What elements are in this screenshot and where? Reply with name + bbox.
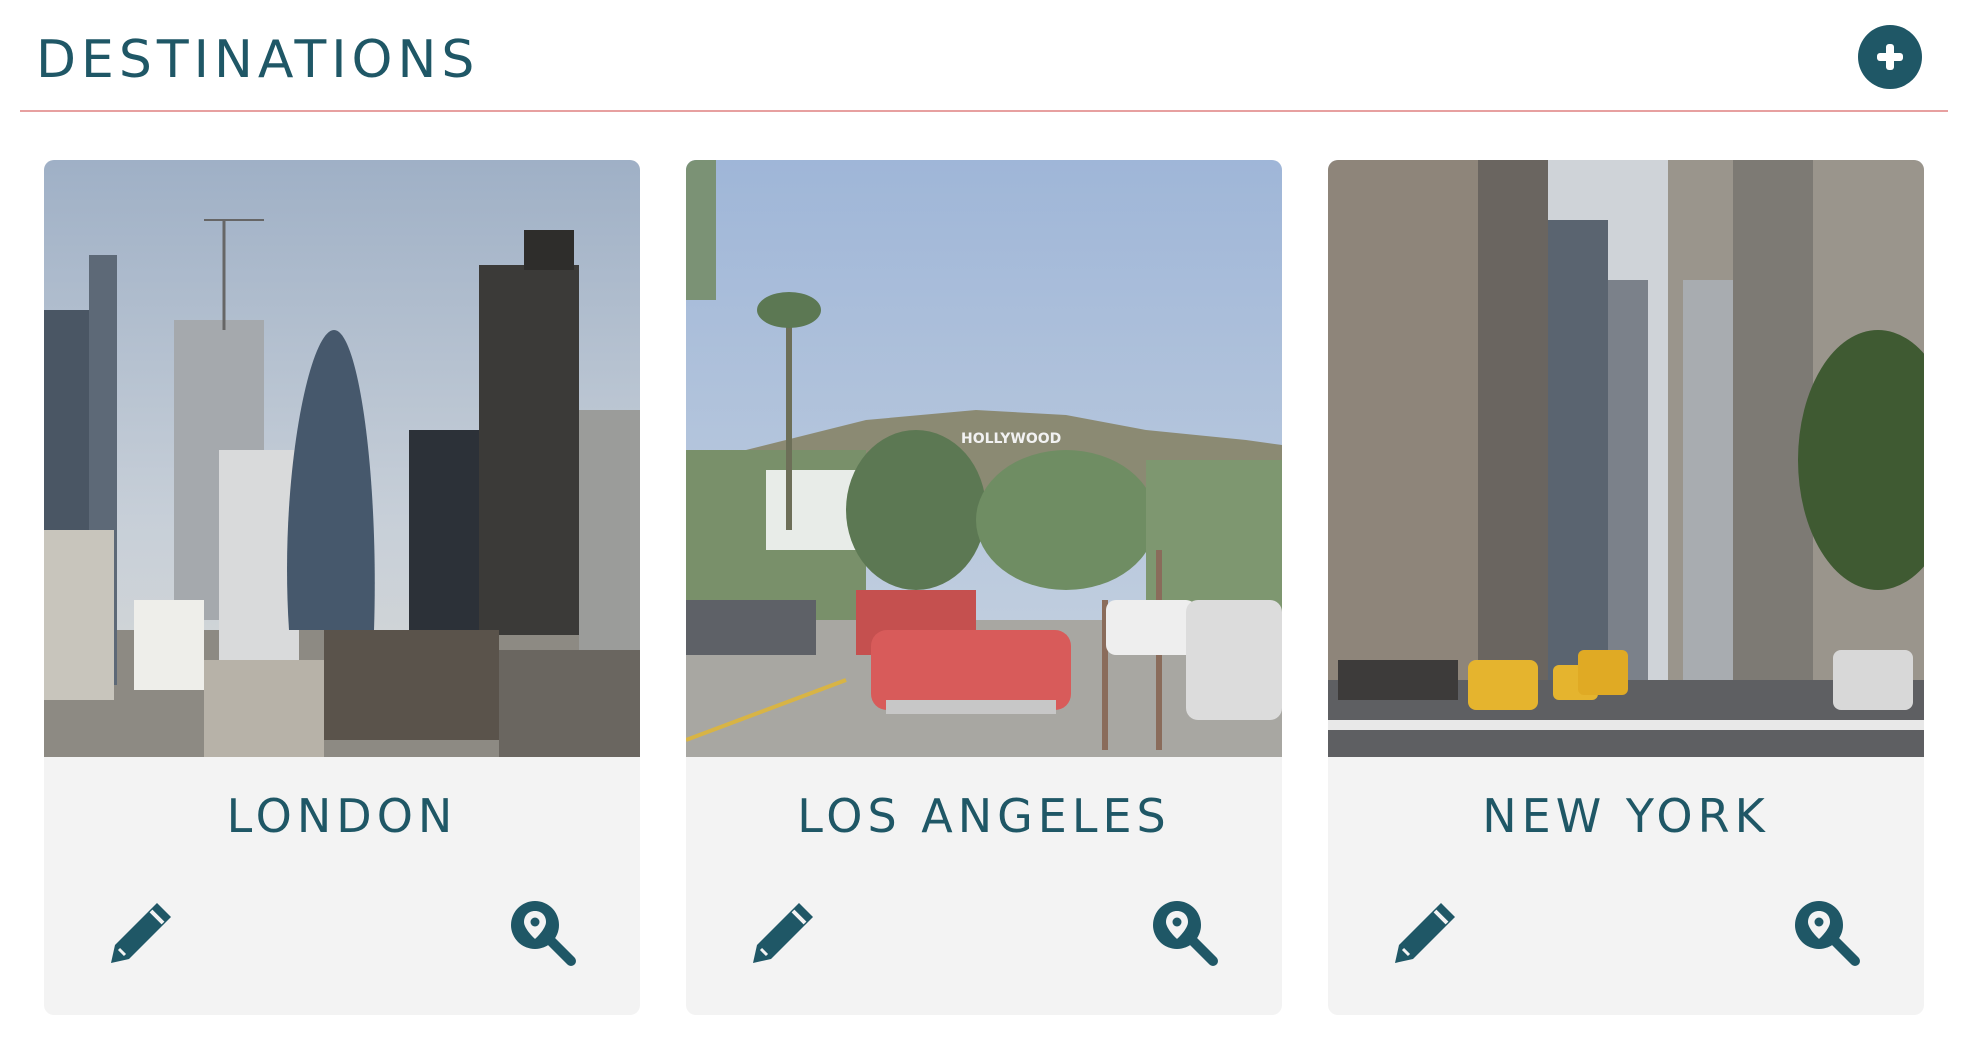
edit-destination-button[interactable] (1384, 890, 1468, 974)
pencil-icon (1395, 903, 1455, 963)
los-angeles-hollywood-photo: HOLLYWOOD (686, 160, 1282, 757)
view-destination-button[interactable] (1784, 890, 1868, 974)
pencil-icon (753, 903, 813, 963)
plus-icon (1877, 44, 1903, 70)
add-destination-button[interactable] (1858, 25, 1922, 89)
destination-name: LOS ANGELES (797, 789, 1171, 843)
pencil-icon (111, 903, 171, 963)
map-search-icon (511, 901, 576, 966)
destination-card-los-angeles: HOLLYWOOD LOS ANGELES (686, 160, 1282, 1015)
destinations-grid: LONDON HOLLYWOOD LOS ANGELES NEW YORK (0, 160, 1968, 1020)
destination-card-new-york: NEW YORK (1328, 160, 1924, 1015)
view-destination-button[interactable] (1142, 890, 1226, 974)
map-search-icon (1795, 901, 1860, 966)
london-skyline-photo (44, 160, 640, 757)
svg-text:HOLLYWOOD: HOLLYWOOD (961, 431, 1061, 447)
edit-destination-button[interactable] (100, 890, 184, 974)
destination-name: NEW YORK (1482, 789, 1770, 843)
new-york-street-photo (1328, 160, 1924, 757)
destination-name: LONDON (226, 789, 458, 843)
page-title: DESTINATIONS (36, 30, 480, 90)
view-destination-button[interactable] (500, 890, 584, 974)
map-search-icon (1153, 901, 1218, 966)
edit-destination-button[interactable] (742, 890, 826, 974)
header: DESTINATIONS (20, 0, 1948, 112)
destinations-page: DESTINATIONS LONDON HOLLYWOOD LOS ANGELE… (0, 0, 1968, 1042)
destination-card-london: LONDON (44, 160, 640, 1015)
